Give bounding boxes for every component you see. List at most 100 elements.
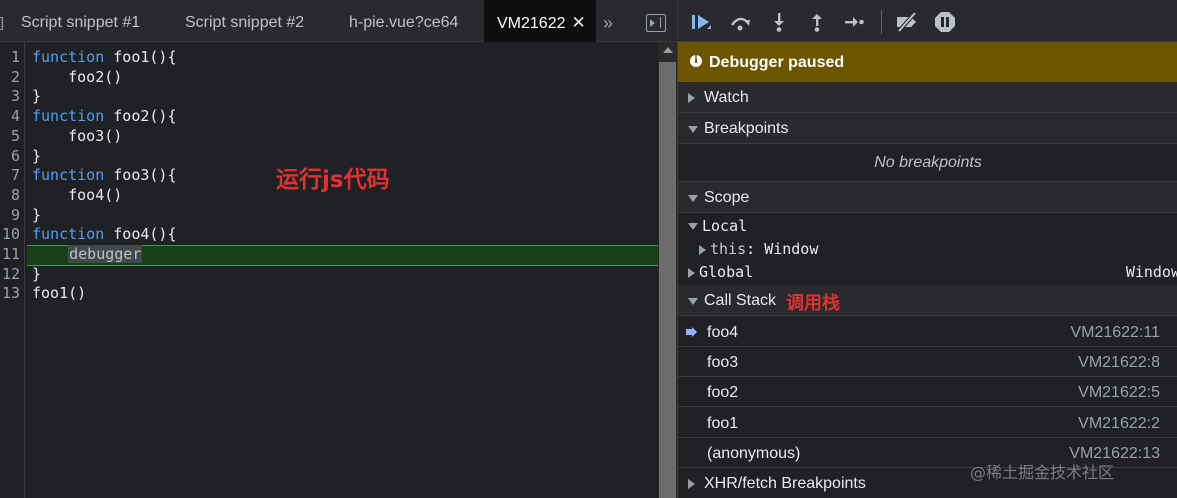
no-breakpoints-message: No breakpoints — [678, 144, 1177, 182]
code-text: } — [32, 87, 42, 106]
frame-function-name: foo3 — [707, 354, 739, 372]
scope-global-label: Global — [699, 263, 754, 281]
collapse-arrow-right-icon — [688, 267, 695, 278]
code-line: function foo2(){ — [32, 106, 177, 126]
toggle-debugger-sidebar-icon[interactable] — [646, 14, 666, 32]
line-number[interactable]: 9 — [0, 205, 20, 225]
code-keyword: function — [32, 107, 105, 126]
frame-function-name: foo1 — [707, 414, 739, 432]
current-frame-arrow-icon — [686, 327, 697, 337]
step-out-icon[interactable] — [806, 11, 828, 33]
code-line: function foo1(){ — [32, 47, 177, 67]
scroll-up-arrow-icon[interactable] — [663, 47, 673, 53]
line-number[interactable]: 12 — [0, 264, 20, 284]
more-tabs-icon[interactable]: » — [603, 0, 613, 42]
step-into-icon[interactable] — [768, 11, 790, 33]
scope-global-value: Window — [1125, 263, 1177, 281]
sources-editor-pane: ] Script snippet #1 Script snippet #2 h-… — [0, 0, 677, 498]
line-number[interactable]: 10 — [0, 224, 20, 244]
line-number[interactable]: 7 — [0, 165, 20, 185]
editor-scrollbar-thumb[interactable] — [659, 62, 676, 498]
tab-h-pie-vue[interactable]: h-pie.vue?ce64 — [349, 0, 458, 42]
pause-on-exceptions-icon[interactable] — [934, 11, 956, 33]
annotation-run-code: 运行js代码 — [276, 167, 390, 193]
annotation-call-stack: 调用栈 — [786, 293, 840, 314]
line-number[interactable]: 3 — [0, 86, 20, 106]
tab-label: VM21622 — [497, 15, 566, 32]
code-line: foo2() — [32, 67, 122, 87]
tab-label: h-pie.vue?ce64 — [349, 14, 459, 31]
step-over-icon[interactable] — [729, 11, 751, 33]
code-text: foo2() — [32, 67, 123, 86]
scope-local[interactable]: Local — [688, 215, 747, 237]
code-line: } — [32, 264, 41, 284]
scope-local-label: Local — [702, 217, 748, 235]
line-number[interactable]: 1 — [0, 47, 20, 67]
code-text: } — [32, 146, 42, 165]
call-frame-2[interactable]: foo2 VM21622:5 — [678, 377, 1177, 408]
section-label: Watch — [704, 89, 749, 106]
tab-label: Script snippet #2 — [185, 14, 305, 31]
close-tab-icon[interactable]: ✕ — [572, 0, 586, 46]
line-number[interactable]: 13 — [0, 283, 20, 303]
editor-tab-bar: ] Script snippet #1 Script snippet #2 h-… — [0, 0, 677, 42]
code-text: foo4() — [32, 185, 123, 204]
deactivate-breakpoints-icon[interactable] — [894, 11, 920, 33]
code-line: } — [32, 86, 41, 106]
code-editor[interactable]: 1 2 3 4 5 6 7 8 9 10 11 12 13 function foo1(){ foo2(… — [0, 42, 658, 498]
frame-location[interactable]: VM21622:11 — [1070, 324, 1160, 342]
frame-location[interactable]: VM21622:2 — [1078, 415, 1160, 433]
code-text: foo1() — [32, 284, 87, 303]
code-text: foo4(){ — [104, 225, 177, 244]
scope-var-key: this — [710, 240, 747, 258]
toolbar-separator — [881, 10, 882, 34]
code-keyword: function — [32, 225, 105, 244]
step-icon[interactable] — [843, 11, 865, 33]
breakpoints-section-header[interactable]: Breakpoints — [678, 113, 1177, 144]
line-number[interactable]: 6 — [0, 146, 20, 166]
call-frame-0[interactable]: foo4 VM21622:11 — [678, 317, 1177, 347]
line-number[interactable]: 4 — [0, 106, 20, 126]
section-label: Scope — [704, 189, 750, 206]
frame-location[interactable]: VM21622:8 — [1078, 354, 1160, 372]
code-line: foo4() — [32, 185, 122, 205]
watch-section-header[interactable]: Watch — [678, 82, 1177, 113]
frame-function-name: foo4 — [707, 324, 739, 341]
info-icon: i — [690, 55, 702, 67]
scope-var-this[interactable]: this: Window — [699, 238, 818, 260]
scope-section-header[interactable]: Scope — [678, 182, 1177, 213]
scope-var-value: Window — [764, 240, 819, 258]
debugger-sidebar: i Debugger paused Watch Breakpoints No b… — [677, 0, 1177, 498]
code-text: } — [32, 205, 42, 224]
call-frame-1[interactable]: foo3 VM21622:8 — [678, 347, 1177, 378]
line-number[interactable]: 5 — [0, 126, 20, 146]
collapse-arrow-right-icon — [688, 479, 695, 489]
tab-script-snippet-2[interactable]: Script snippet #2 — [185, 0, 304, 42]
frame-location[interactable]: VM21622:5 — [1078, 384, 1160, 402]
tab-script-snippet-1[interactable]: Script snippet #1 — [21, 0, 140, 42]
debugger-statement: debugger — [68, 245, 143, 263]
resume-icon[interactable] — [690, 11, 712, 33]
code-line: foo3() — [32, 126, 122, 146]
code-line: function foo4(){ — [32, 224, 177, 244]
debugger-paused-banner: i Debugger paused — [678, 42, 1177, 82]
call-stack-section-header[interactable]: Call Stack — [678, 285, 1177, 316]
line-number[interactable]: 2 — [0, 67, 20, 87]
scope-var-separator: : — [746, 240, 765, 258]
debugger-toolbar — [678, 0, 1177, 42]
scope-global[interactable]: Global Window — [688, 261, 1177, 283]
section-label: Call Stack — [704, 292, 777, 309]
frame-function-name: (anonymous) — [707, 444, 801, 462]
tab-label: Script snippet #1 — [21, 14, 141, 31]
code-line: debugger — [32, 244, 143, 264]
collapse-arrow-right-icon — [699, 244, 706, 255]
call-frame-3[interactable]: foo1 VM21622:2 — [678, 408, 1177, 438]
frame-function-name: foo2 — [707, 384, 739, 402]
line-number-gutter[interactable]: 1 2 3 4 5 6 7 8 9 10 11 12 13 — [0, 42, 25, 498]
code-line: function foo3(){ — [32, 165, 177, 185]
tab-vm21622[interactable]: VM21622 ✕ — [484, 0, 596, 42]
expand-arrow-down-icon — [688, 195, 698, 202]
line-number[interactable]: 8 — [0, 185, 20, 205]
code-line: } — [32, 205, 41, 225]
line-number[interactable]: 11 — [0, 244, 20, 264]
